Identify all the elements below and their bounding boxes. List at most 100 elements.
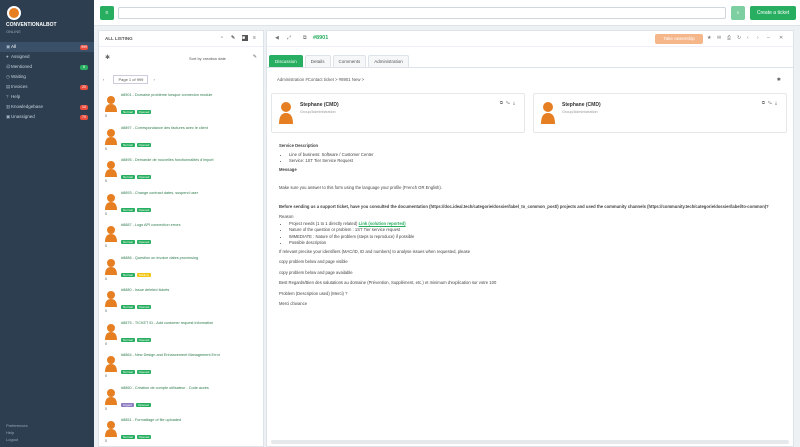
copy-icon[interactable]: ⧉ [303,35,307,41]
ticket-title[interactable]: #8875 - TICKET ID - Add customer request… [121,321,255,326]
grid-icon[interactable]: ■ [242,35,248,41]
participant-group: Group/Administration [300,110,336,114]
sidebar-item-knowledgebase[interactable]: ▥Knowledgebase 10 [0,102,94,112]
list-icon[interactable]: ≡ [253,35,259,41]
page-indicator[interactable]: Page 1 of 999 [113,75,149,84]
breadcrumb: Administration #Contact ticket > #8901 N… [277,77,365,82]
detail-scrollbar[interactable] [271,440,789,444]
status-badge: Opened [136,337,152,342]
sort-edit-icon[interactable]: ✎ [253,54,257,60]
ticket-title[interactable]: #8886 - Question on invoice dates proces… [121,256,255,261]
ticket-count: 5 [105,374,107,378]
ticket-title[interactable]: #8893 - Change contract dates, suspend u… [121,191,255,196]
ticket-list-item[interactable]: #8901 - Domaine problème lorsque connexi… [103,91,259,121]
search-input[interactable] [118,7,726,19]
status-badge: Normal [121,175,135,179]
status-badge: Opened [136,240,152,244]
refresh-icon[interactable]: ↻ [737,35,741,41]
ticket-count: 5 [105,341,107,346]
close-icon[interactable]: ✕ [779,35,783,41]
sidebar-item-mentioned[interactable]: @Mentioned 8 [0,62,94,72]
sidebar-item-invoices[interactable]: ▤Invoices 20 [0,82,94,92]
sidebar-item-assigned[interactable]: ● Assigned [0,52,94,62]
sidebar-item-all[interactable]: ▣All 999 [0,42,94,52]
create-ticket-button[interactable]: Create a ticket [750,6,796,20]
help-link[interactable]: Help [6,429,28,436]
ticket-meta: Normal Opened [121,370,152,374]
ticket-meta: Normal Waiting [121,272,151,277]
pin-icon[interactable]: ✱ [777,77,781,83]
service-list: Line of business: Software / Customer Ce… [289,152,779,165]
status-badge: Normal [121,240,135,244]
ticket-list-item[interactable]: #8864 - New Design and Enhancement Manag… [103,351,259,381]
ticket-title[interactable]: #8864 - New Design and Enhancement Manag… [121,353,255,358]
star-icon[interactable]: ★ [707,35,711,41]
status-badge: Opened [136,110,152,114]
sidebar-item-waiting[interactable]: ◷Waiting [0,72,94,82]
solution-link[interactable]: Link (solution reported) [359,221,406,226]
menu-toggle-button[interactable]: ≡ [100,6,114,20]
sidebar-item-label: Invoices [11,84,28,89]
ticket-list-item[interactable]: #8880 - Issue deleted tickets 5 Normal Open… [103,286,259,316]
ticket-title[interactable]: #8860 - Création de compte utilisateur -… [121,386,255,391]
ticket-title[interactable]: #8901 - Domaine problème lorsque connexi… [121,93,255,98]
participant-actions[interactable]: ⧉✎⤓ [500,100,518,105]
expand-icon[interactable]: ⤢ [287,35,291,41]
sort-dropdown[interactable]: Sort by creation date [189,56,226,61]
sidebar-item-unassigned[interactable]: ▣Unassigned 70 [0,112,94,122]
user-avatar-icon [105,96,117,112]
chevron-right-icon[interactable]: › [757,35,759,41]
ticket-count: 5 [105,244,107,248]
back-icon[interactable]: ◀ [275,35,279,41]
tab-administration[interactable]: Administration [368,55,409,67]
filter-icon[interactable]: ◔ [220,35,226,41]
chevron-left-icon[interactable]: ‹ [747,35,749,41]
ticket-list-item[interactable]: #8886 - Question on invoice dates proces… [103,254,259,284]
app-root: CONVENTIONALBOT ONLINE ▣All 999 ● Assigned @… [0,0,800,447]
ticket-list-item[interactable]: #8875 - TICKET ID - Add customer request… [103,319,259,349]
tab-comments[interactable]: Comments [332,55,367,67]
count-badge: 70 [80,114,88,120]
take-ownership-button[interactable]: Take ownership [655,34,703,44]
search-icon[interactable]: ⌕ [731,6,745,20]
print-icon[interactable]: ⎙ [727,35,731,41]
status-badge: Opened [136,207,152,212]
ticket-meta: Normal Opened [121,110,152,114]
minimize-icon[interactable]: – [767,35,770,41]
ticket-title[interactable]: #8851 - Formattage of file uploaded [121,418,255,423]
user-avatar-icon [105,161,117,177]
participant-card[interactable]: Stephane (CMD) Group/Administration ⧉✎⤓ [533,93,787,133]
ticket-list-item[interactable]: #8887 - Logs API connection errors 5 Norma… [103,221,259,251]
count-badge: 8 [80,64,88,70]
ticket-list-item[interactable]: #8860 - Création de compte utilisateur -… [103,384,259,414]
chevron-right-icon[interactable]: › [154,77,155,82]
ticket-list-item[interactable]: #8897 - Correspondance des factures avec… [103,124,259,154]
ticket-title[interactable]: #8887 - Logs API connection errors [121,223,255,228]
mail-icon[interactable]: ✉ [717,35,721,41]
user-avatar-icon [105,356,117,372]
tab-details[interactable]: Details [304,55,331,67]
ticket-list-item[interactable]: #8851 - Formattage of file uploaded 5 Norm… [103,416,259,446]
user-avatar-icon [105,193,117,210]
ticket-meta: Normal Opened [121,305,152,309]
ticket-list-item[interactable]: #8895 - Demande de nouvelles fonctionnal… [103,156,259,186]
chevron-left-icon[interactable]: ‹ [103,77,104,82]
pin-icon[interactable]: ✱ [105,54,110,61]
participant-actions[interactable]: ⧉✎⤓ [762,100,780,105]
tab-discussion[interactable]: Discussion [269,55,303,67]
status-badge: Normal [121,305,135,309]
ticket-list-item[interactable]: #8893 - Change contract dates, suspend u… [103,189,259,219]
logout-link[interactable]: Logout [6,436,28,443]
participant-card[interactable]: Stephane (CMD) Group/Administration ⧉✎⤓ [271,93,525,133]
status-badge: Normal [121,370,135,374]
participant-name: Stephane (CMD) [562,102,601,108]
brand-status: ONLINE [6,29,21,34]
sidebar-item-help[interactable]: ? Help [0,92,94,102]
paragraph: Best Regards/Bien des salutations au dom… [279,280,497,285]
ticket-title[interactable]: #8897 - Correspondance des factures avec… [121,126,255,131]
preferences-link[interactable]: Preferences [6,422,28,429]
edit-icon[interactable]: ✎ [231,35,237,41]
ticket-title[interactable]: #8880 - Issue deleted tickets [121,288,255,293]
avatar[interactable] [7,6,21,20]
ticket-title[interactable]: #8895 - Demande de nouvelles fonctionnal… [121,158,255,163]
